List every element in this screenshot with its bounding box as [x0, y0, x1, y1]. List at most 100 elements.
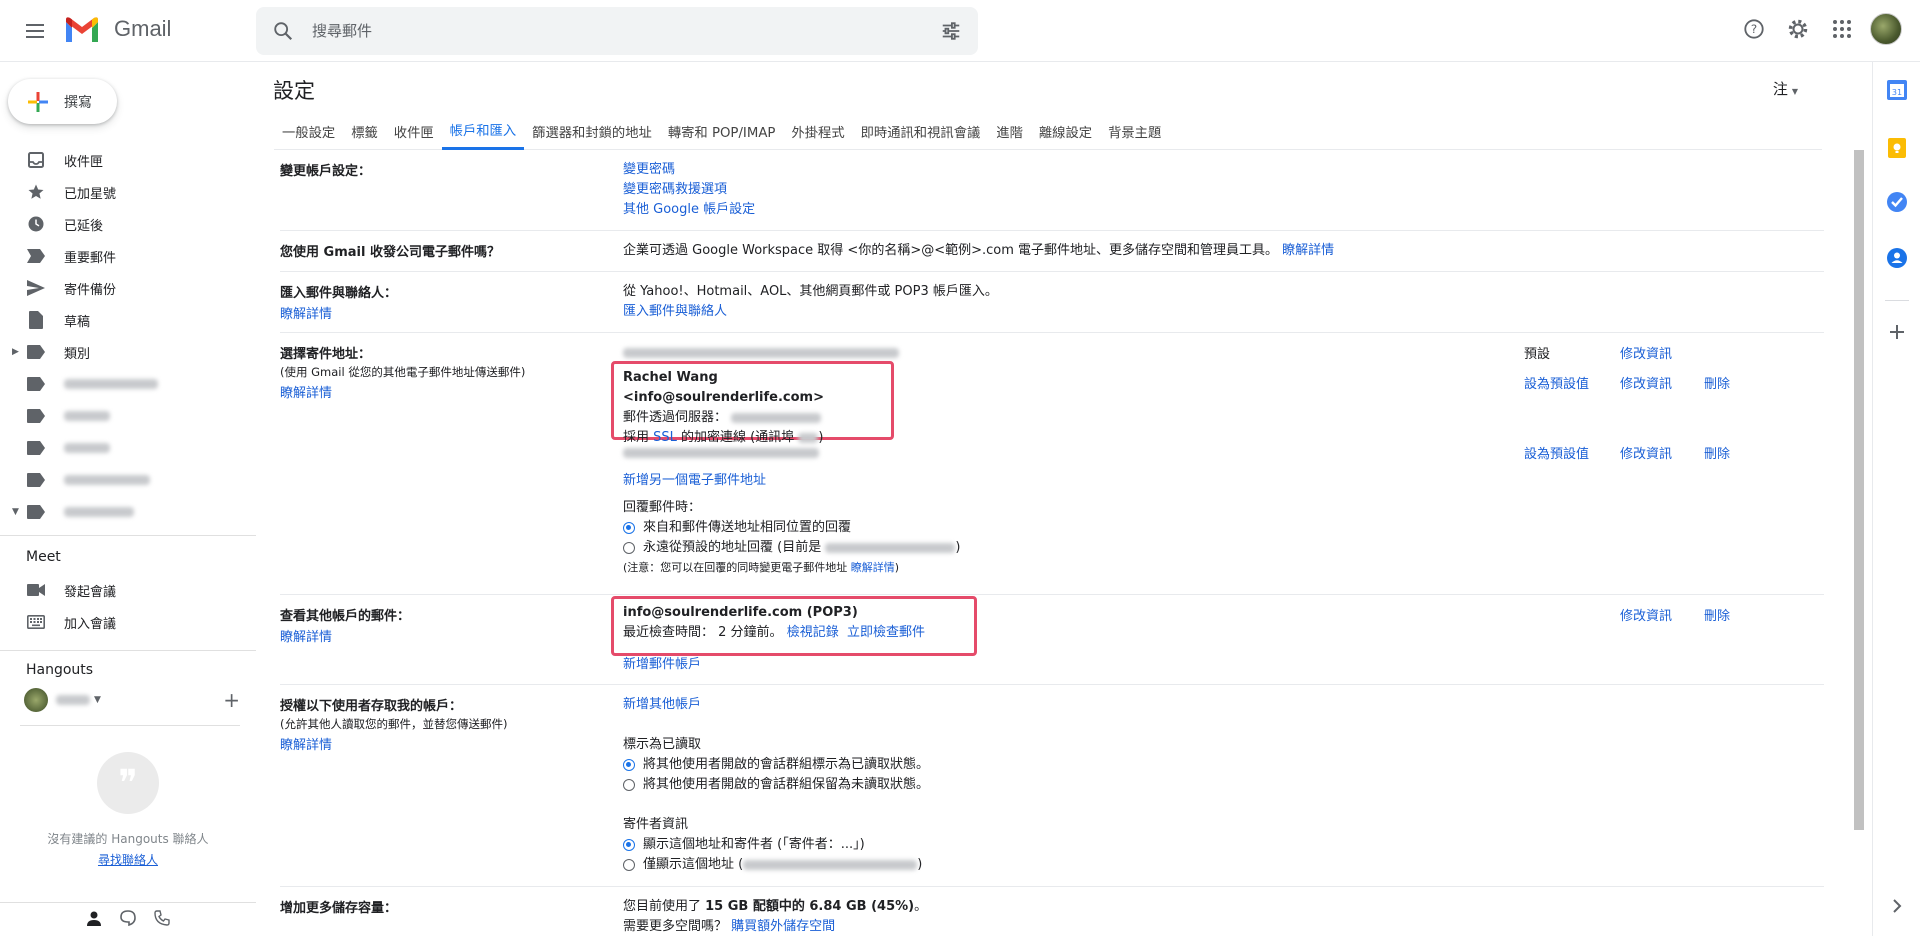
add-another-address-link[interactable]: 新增另一個電子郵件地址	[623, 471, 766, 491]
calendar-icon[interactable]: 31	[1885, 78, 1909, 102]
sidebar-item-label-1[interactable]	[0, 368, 256, 400]
hangouts-empty-state: ❞ 沒有建議的 Hangouts 聯絡人 尋找聯絡人	[0, 752, 256, 868]
phone-icon[interactable]	[154, 909, 170, 930]
page-title: 設定	[273, 79, 315, 103]
check-mail-learn-more-link[interactable]: 瞭解詳情	[280, 626, 620, 645]
tasks-icon[interactable]	[1885, 190, 1909, 214]
account-avatar[interactable]	[1870, 13, 1902, 45]
add-addon-plus-icon[interactable]	[1885, 320, 1909, 344]
row-send-as: 選擇寄件地址： (使用 Gmail 從您的其他電子郵件地址傳送郵件) 瞭解詳情 …	[280, 333, 1824, 595]
sidebar-item-starred[interactable]: 已加星號	[0, 176, 256, 208]
tab-labels[interactable]: 標籤	[343, 112, 386, 150]
delete-link[interactable]: 刪除	[1704, 373, 1730, 392]
search-options-icon[interactable]	[940, 20, 962, 42]
edit-info-link[interactable]: 修改資訊	[1620, 443, 1672, 462]
hangouts-user[interactable]: ▼ +	[24, 688, 240, 712]
view-history-link[interactable]: 檢視記錄	[787, 625, 839, 640]
app-name: Gmail	[114, 16, 172, 41]
change-password-link[interactable]: 變更密碼	[623, 160, 755, 180]
sender-info-title: 寄件者資訊	[623, 817, 689, 832]
edit-info-link[interactable]: 修改資訊	[1620, 373, 1672, 392]
tab-forwarding[interactable]: 轉寄和 POP/IMAP	[660, 112, 784, 150]
draft-icon	[26, 310, 46, 330]
main-menu-icon[interactable]	[22, 18, 48, 44]
keep-icon[interactable]	[1885, 136, 1909, 160]
tab-filters[interactable]: 篩選器和封鎖的地址	[524, 112, 660, 150]
dropdown-arrow-icon[interactable]: ▼	[1792, 87, 1798, 96]
row-storage: 增加更多儲存容量： 您目前使用了 15 GB 配額中的 6.84 GB (45%…	[280, 899, 928, 934]
tab-general[interactable]: 一般設定	[274, 112, 343, 150]
tab-accounts-import[interactable]: 帳戶和匯入	[441, 112, 525, 150]
find-contacts-link[interactable]: 尋找聯絡人	[0, 851, 256, 868]
help-icon[interactable]: ?	[1738, 13, 1770, 45]
check-mail-now-link[interactable]: 立即檢查郵件	[847, 625, 925, 640]
reply-same-address-radio[interactable]: 來自和郵件傳送地址相同位置的回覆	[623, 518, 960, 538]
show-address-and-sender-radio[interactable]: 顯示這個地址和寄件者 (「寄件者：...」)	[623, 835, 929, 855]
gmail-logo-icon[interactable]	[64, 16, 100, 44]
tab-advanced[interactable]: 進階	[988, 112, 1031, 150]
edit-info-link[interactable]: 修改資訊	[1620, 605, 1672, 624]
input-tools-toggle[interactable]: 注 ▼	[1773, 78, 1798, 99]
delete-link[interactable]: 刪除	[1704, 443, 1730, 462]
sidebar-item-label-4[interactable]	[0, 464, 256, 496]
keyboard-icon	[26, 615, 46, 629]
reply-default-address-radio[interactable]: 永遠從預設的地址回覆 (目前是 )	[623, 538, 960, 558]
search-input[interactable]	[312, 19, 872, 43]
sidebar-item-sent[interactable]: 寄件備份	[0, 272, 256, 304]
join-meeting-button[interactable]: 加入會議	[26, 606, 116, 638]
delete-link[interactable]: 刪除	[1704, 605, 1730, 624]
workspace-learn-more-link[interactable]: 瞭解詳情	[1282, 243, 1334, 258]
tab-offline[interactable]: 離線設定	[1031, 112, 1100, 150]
expand-arrow-icon[interactable]: ▶	[12, 347, 19, 357]
add-mail-account-link[interactable]: 新增郵件帳戶	[623, 655, 701, 675]
tab-addons[interactable]: 外掛程式	[783, 112, 852, 150]
settings-gear-icon[interactable]	[1782, 13, 1814, 45]
sidebar-item-label-2[interactable]	[0, 400, 256, 432]
expand-panel-chevron-icon[interactable]	[1885, 894, 1909, 918]
radio-selected[interactable]	[623, 759, 635, 771]
sidebar-item-label-3[interactable]	[0, 432, 256, 464]
scrollbar[interactable]	[1854, 150, 1864, 830]
radio-unselected[interactable]	[623, 779, 635, 791]
radio-unselected[interactable]	[623, 859, 635, 871]
reply-note-learn-more-link[interactable]: 瞭解詳情	[851, 561, 895, 574]
dropdown-arrow-icon[interactable]: ▼	[94, 695, 101, 705]
mark-read-radio[interactable]: 將其他使用者開啟的會話群組標示為已讀取狀態。	[623, 755, 929, 775]
show-address-only-radio[interactable]: 僅顯示這個地址 ()	[623, 855, 929, 875]
import-learn-more-link[interactable]: 瞭解詳情	[280, 303, 620, 322]
search-bar[interactable]	[256, 7, 978, 55]
apps-grid-icon[interactable]	[1826, 13, 1858, 45]
radio-selected[interactable]	[623, 839, 635, 851]
grant-learn-more-link[interactable]: 瞭解詳情	[280, 734, 620, 753]
sidebar-item-drafts[interactable]: 草稿	[0, 304, 256, 336]
radio-selected[interactable]	[623, 522, 635, 534]
sidebar-item-important[interactable]: 重要郵件	[0, 240, 256, 272]
sidebar-item-inbox[interactable]: 收件匣	[0, 144, 256, 176]
collapse-arrow-icon[interactable]: ▼	[12, 507, 19, 517]
contacts-person-icon[interactable]	[86, 910, 102, 930]
tab-themes[interactable]: 背景主題	[1100, 112, 1169, 150]
new-conversation-plus-icon[interactable]: +	[223, 688, 240, 712]
google-account-settings-link[interactable]: 其他 Google 帳戶設定	[623, 200, 755, 220]
radio-unselected[interactable]	[623, 542, 635, 554]
new-meeting-button[interactable]: 發起會議	[26, 574, 116, 606]
hangouts-chat-icon[interactable]	[120, 909, 136, 930]
sidebar-item-categories[interactable]: ▶ 類別	[0, 336, 256, 368]
send-as-learn-more-link[interactable]: 瞭解詳情	[280, 382, 620, 401]
edit-info-link[interactable]: 修改資訊	[1620, 343, 1672, 362]
add-another-account-link[interactable]: 新增其他帳戶	[623, 695, 929, 715]
buy-storage-link[interactable]: 購買額外儲存空間	[731, 919, 835, 934]
leave-unread-radio[interactable]: 將其他使用者開啟的會話群組保留為未讀取狀態。	[623, 775, 929, 795]
search-icon[interactable]	[272, 20, 294, 42]
sidebar-item-snoozed[interactable]: 已延後	[0, 208, 256, 240]
tab-inbox[interactable]: 收件匣	[386, 112, 442, 150]
import-mail-contacts-link[interactable]: 匯入郵件與聯絡人	[623, 302, 998, 322]
set-default-link[interactable]: 設為預設值	[1524, 443, 1589, 462]
tab-chat-meet[interactable]: 即時通訊和視訊會議	[853, 112, 989, 150]
svg-text:?: ?	[1751, 22, 1757, 36]
contacts-icon[interactable]	[1885, 246, 1909, 270]
sidebar-item-label-5[interactable]: ▼	[0, 496, 256, 528]
set-default-link[interactable]: 設為預設值	[1524, 373, 1589, 392]
password-recovery-link[interactable]: 變更密碼救援選項	[623, 180, 755, 200]
compose-button[interactable]: 撰寫	[8, 79, 117, 124]
